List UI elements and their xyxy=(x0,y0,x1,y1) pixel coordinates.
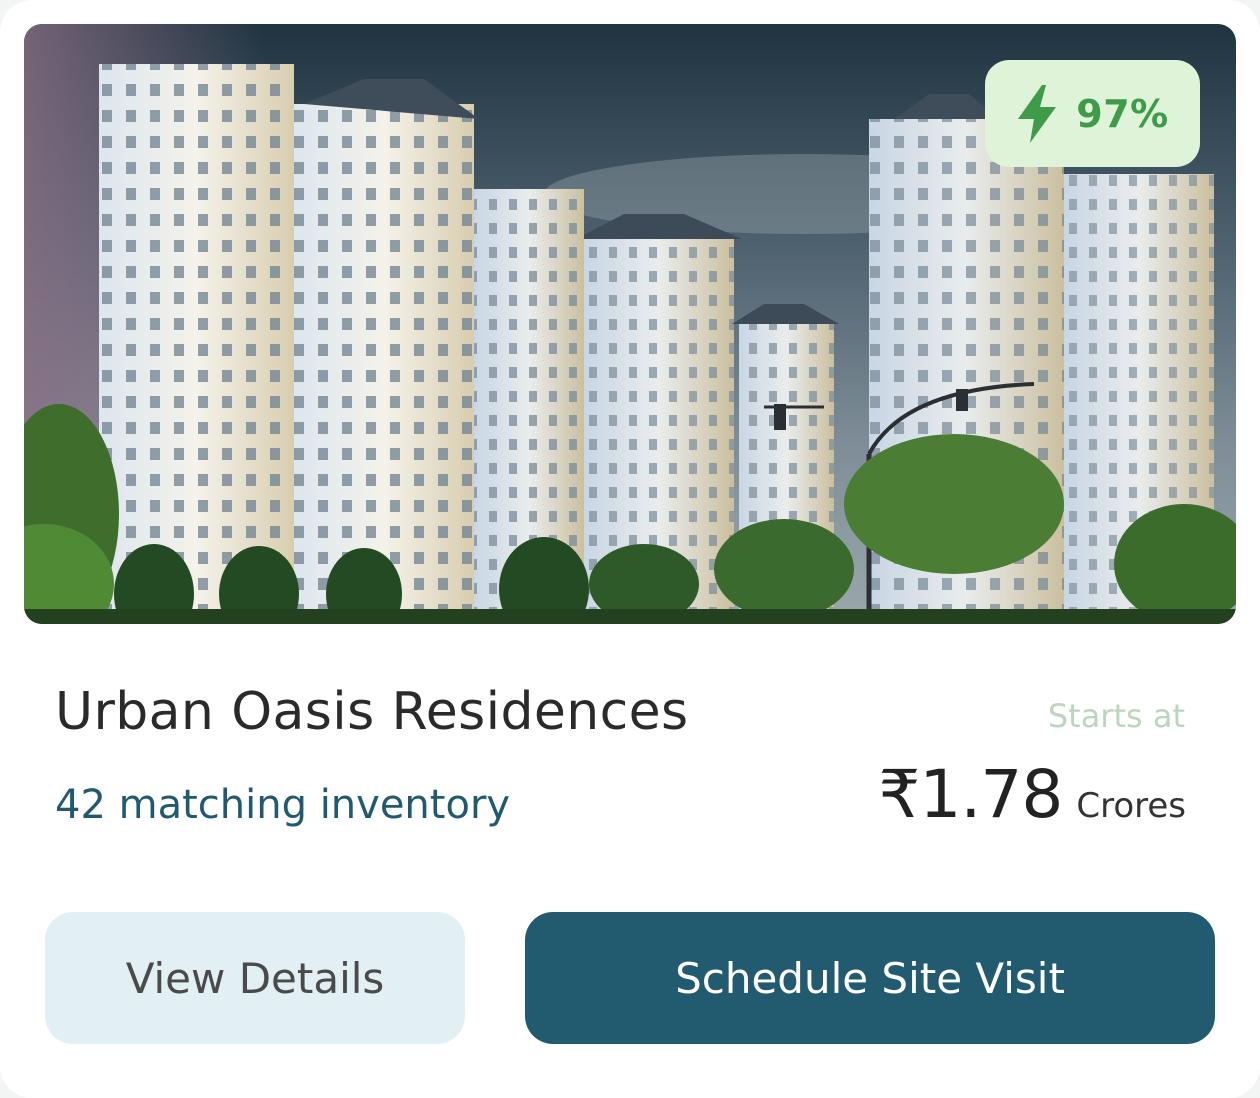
match-score-badge: 97% xyxy=(985,60,1200,167)
price-label: Starts at xyxy=(1047,697,1185,735)
property-card: 97% Urban Oasis Residences 42 matching i… xyxy=(0,0,1260,1098)
property-title: Urban Oasis Residences xyxy=(55,682,689,742)
price-unit: Crores xyxy=(1076,786,1186,826)
lightning-bolt-icon xyxy=(1018,84,1057,143)
inventory-count[interactable]: 42 matching inventory xyxy=(55,782,510,828)
schedule-site-visit-button[interactable]: Schedule Site Visit xyxy=(525,912,1215,1044)
price: ₹1.78 Crores xyxy=(878,756,1186,833)
price-amount: ₹1.78 xyxy=(878,756,1063,833)
match-percent: 97% xyxy=(1076,91,1169,136)
view-details-button[interactable]: View Details xyxy=(45,912,465,1044)
